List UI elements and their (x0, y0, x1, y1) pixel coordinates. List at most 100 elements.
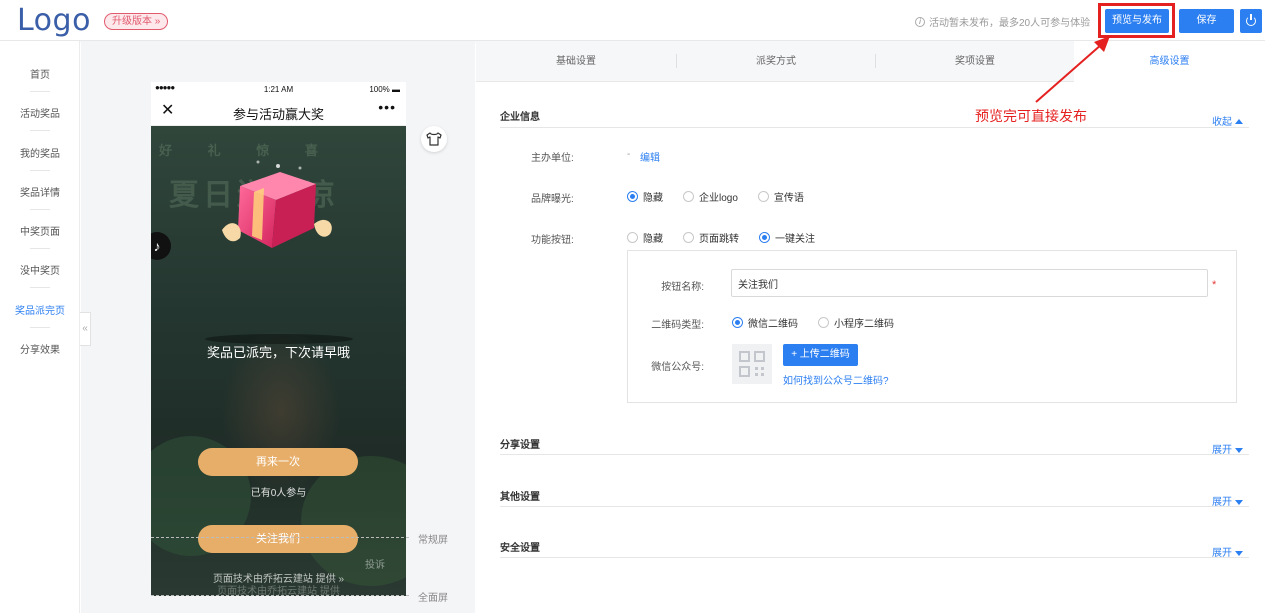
radio-label: 企业logo (699, 193, 738, 204)
settings-tabs: 基础设置 派奖方式 奖项设置 高级设置 (476, 41, 1265, 82)
required-mark: * (1212, 279, 1217, 291)
divider (500, 557, 1249, 558)
power-icon[interactable] (1240, 9, 1262, 33)
radio-func-follow[interactable]: 一键关注 (759, 230, 815, 245)
status-time: 1:21 AM (263, 85, 294, 94)
joined-count: 已有0人参与 (250, 488, 307, 499)
publish-notice: i 活动暂未发布，最多20人可参与体验 (915, 14, 1090, 29)
function-button-radios: 隐藏 页面跳转 一键关注 (627, 230, 835, 245)
phone-preview: 好 礼 惊 喜 夏日送清凉 ♪ ●●●●● 1:21 AM 100% ▬ ✕ 参… (151, 82, 406, 596)
divider (500, 127, 1249, 128)
sidebar-item-activity-prizes[interactable]: 活动奖品 (0, 105, 80, 120)
radio-dot[interactable] (683, 232, 694, 243)
music-icon[interactable]: ♪ (151, 232, 171, 260)
radio-label: 页面跳转 (699, 234, 739, 245)
qr-code-icon (739, 351, 765, 377)
button-name-input[interactable] (731, 269, 1208, 297)
notice-text: 活动暂未发布，最多20人可参与体验 (929, 18, 1091, 29)
radio-func-hide[interactable]: 隐藏 (627, 230, 663, 245)
full-screen-line (151, 595, 409, 596)
caret-up-icon (1235, 119, 1243, 124)
gift-box-icon (222, 160, 332, 248)
tab-award-method[interactable]: 派奖方式 (677, 41, 875, 82)
caret-down-icon (1235, 500, 1243, 505)
divider (30, 287, 50, 288)
qr-help-link[interactable]: 如何找到公众号二维码? (783, 372, 889, 387)
divider (30, 91, 50, 92)
info-icon: i (915, 16, 925, 27)
radio-dot[interactable] (818, 317, 829, 328)
try-again-button[interactable]: 再来一次 (198, 448, 358, 476)
radio-dot[interactable] (627, 232, 638, 243)
annotation-arrow-icon (1035, 36, 1110, 103)
radio-dot[interactable] (759, 232, 770, 243)
save-button[interactable]: 保存 (1179, 9, 1234, 33)
theme-button[interactable] (421, 126, 447, 152)
bg-deco-text: 好 礼 惊 喜 (159, 143, 334, 158)
caret-down-icon (1235, 448, 1243, 453)
wechat-account-label: 微信公众号: (651, 362, 704, 373)
powered-by-shadow: 页面技术由乔拓云建站 提供 (217, 586, 340, 596)
sidebar-item-share-effect[interactable]: 分享效果 (0, 341, 80, 356)
radio-brand-logo[interactable]: 企业logo (683, 189, 738, 204)
collapse-sidebar-button[interactable]: « (80, 312, 91, 346)
radio-brand-slogan[interactable]: 宣传语 (757, 189, 804, 204)
sidebar: 首页 活动奖品 我的奖品 奖品详情 中奖页面 没中奖页 奖品派完页 分享效果 (0, 41, 80, 613)
caret-down-icon (1235, 551, 1243, 556)
prize-exhausted-message: 奖品已派完，下次请早哦 (206, 345, 350, 360)
radio-label: 隐藏 (643, 193, 663, 204)
sidebar-item-prize-exhausted[interactable]: 奖品派完页 (0, 302, 80, 317)
sidebar-item-win-page[interactable]: 中奖页面 (0, 223, 80, 238)
brand-exposure-label: 品牌曝光: (531, 194, 574, 205)
follow-us-button[interactable]: 关注我们 (198, 525, 358, 553)
qr-type-label: 二维码类型: (651, 320, 704, 331)
organizer-label: 主办单位: (531, 153, 574, 164)
divider (30, 209, 50, 210)
full-screen-label: 全面屏 (418, 593, 448, 604)
logo[interactable]: Logo (17, 3, 91, 38)
function-button-label: 功能按钮: (531, 235, 574, 246)
section-other-title: 其他设置 (500, 492, 540, 503)
radio-label: 宣传语 (773, 193, 804, 204)
upgrade-badge[interactable]: 升级版本 » (104, 13, 169, 30)
highlight-box (1098, 3, 1175, 38)
tab-basic-settings[interactable]: 基础设置 (476, 41, 676, 82)
organizer-value: - (627, 149, 631, 160)
divider (500, 506, 1249, 507)
qr-type-radios: 微信二维码 小程序二维码 (732, 315, 914, 330)
section-share-title: 分享设置 (500, 440, 540, 451)
more-icon[interactable]: ••• (378, 99, 396, 115)
radio-label: 小程序二维码 (834, 319, 894, 330)
report-link[interactable]: 投诉 (365, 556, 385, 571)
sidebar-item-my-prizes[interactable]: 我的奖品 (0, 145, 80, 160)
collapse-toggle[interactable]: 收起 (1212, 113, 1243, 128)
radio-dot[interactable] (627, 191, 638, 202)
button-name-label: 按钮名称: (661, 282, 704, 293)
radio-label: 隐藏 (643, 234, 663, 245)
radio-label: 微信二维码 (748, 319, 798, 330)
edit-link[interactable]: 编辑 (640, 149, 660, 164)
qr-placeholder (732, 344, 772, 384)
radio-func-redirect[interactable]: 页面跳转 (683, 230, 739, 245)
radio-brand-hide[interactable]: 隐藏 (627, 189, 663, 204)
upload-qr-button[interactable]: + 上传二维码 (783, 344, 858, 366)
shirt-icon (426, 132, 442, 146)
sidebar-item-lose-page[interactable]: 没中奖页 (0, 262, 80, 277)
radio-dot[interactable] (683, 191, 694, 202)
radio-dot[interactable] (732, 317, 743, 328)
normal-screen-label: 常规屏 (418, 535, 448, 546)
radio-qr-miniprogram[interactable]: 小程序二维码 (818, 315, 894, 330)
radio-qr-wechat[interactable]: 微信二维码 (732, 315, 798, 330)
divider (500, 454, 1249, 455)
sidebar-item-home[interactable]: 首页 (0, 66, 80, 81)
annotation-text: 预览完可直接发布 (975, 108, 1087, 124)
divider (30, 170, 50, 171)
sidebar-item-prize-detail[interactable]: 奖品详情 (0, 184, 80, 199)
battery-icon: 100% ▬ (369, 85, 400, 94)
section-enterprise-title: 企业信息 (500, 112, 540, 123)
radio-dot[interactable] (757, 191, 769, 202)
normal-screen-line (151, 537, 409, 538)
radio-label: 一键关注 (775, 234, 815, 245)
phone-nav-bar: ✕ 参与活动赢大奖 ••• (151, 96, 406, 126)
status-bar: ●●●●● 1:21 AM 100% ▬ (151, 82, 406, 96)
